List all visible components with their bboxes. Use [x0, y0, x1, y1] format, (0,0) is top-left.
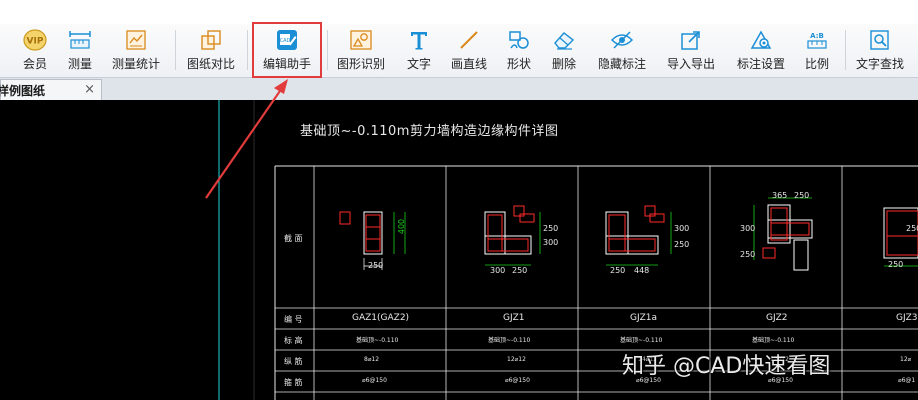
- line-icon: [457, 29, 481, 51]
- dim-label: 365: [772, 191, 788, 200]
- dim-label: 250: [740, 250, 756, 259]
- shape-recognize-icon: [349, 29, 373, 51]
- toolbar-separator: [247, 30, 248, 70]
- section-gjz3: [883, 207, 918, 267]
- highlight-box: [252, 22, 322, 78]
- cell-bars: 8⌀12: [364, 356, 380, 363]
- toolbar-label: 删除: [551, 57, 576, 71]
- toolbar-scale-button[interactable]: A:B 比例: [800, 24, 834, 76]
- dim-label: 250: [543, 224, 559, 233]
- text-search-icon: [868, 29, 892, 51]
- dim-label: 250: [368, 261, 384, 270]
- toolbar-hide-annotation-button[interactable]: 隐藏标注: [594, 24, 650, 76]
- dim-label: 400: [397, 218, 407, 235]
- toolbar-label: 图形识别: [336, 57, 385, 71]
- dim-label: 250: [674, 240, 690, 249]
- ruler-icon: [68, 29, 92, 51]
- svg-text:VIP: VIP: [27, 37, 44, 47]
- toolbar-import-export-button[interactable]: 导入导出: [663, 24, 719, 76]
- main-toolbar: VIP 会员 测量 测量统计 图纸对比 CAD 编辑助手 图形识别 文字 画直线…: [0, 24, 918, 78]
- column-name: GJZ1a: [630, 313, 658, 323]
- toolbar-label: 标注设置: [736, 57, 785, 71]
- column-name: GJZ1: [503, 313, 525, 323]
- row-header-long-bars: 纵 筋: [284, 357, 303, 366]
- window-top-strip: [0, 0, 918, 24]
- annotation-settings-icon: [749, 29, 773, 51]
- shape-icon: [507, 29, 531, 51]
- toolbar-label: 文字: [406, 57, 431, 71]
- cell-elevation: 基础顶~-0.110: [488, 337, 531, 344]
- toolbar-text-button[interactable]: 文字: [402, 24, 436, 76]
- toolbar-label: 文字查找: [855, 57, 904, 71]
- section-gjz2: [753, 197, 813, 271]
- toolbar-shape-recognize-button[interactable]: 图形识别: [334, 24, 388, 76]
- tab-sample-drawing[interactable]: 样例图纸 ×: [0, 79, 102, 100]
- dim-label: 300: [740, 224, 756, 233]
- vip-icon: VIP: [23, 29, 47, 51]
- scale-icon: A:B: [805, 29, 829, 51]
- toolbar-line-button[interactable]: 画直线: [447, 24, 491, 76]
- dim-label: 448: [634, 266, 650, 275]
- dim-label: 250: [794, 191, 810, 200]
- toolbar-label: 比例: [804, 57, 829, 71]
- toolbar-shape-button[interactable]: 形状: [502, 24, 536, 76]
- dim-label: 250: [610, 266, 626, 275]
- toolbar-label: 图纸对比: [186, 57, 235, 71]
- eye-hide-icon: [610, 29, 634, 51]
- cell-bars: 12⌀12: [507, 356, 526, 363]
- document-tab-bar: 样例图纸 ×: [0, 78, 918, 100]
- row-header-id: 编 号: [284, 315, 303, 324]
- cell-stirrup: ⌀6@150: [362, 377, 387, 384]
- tab-label: 样例图纸: [0, 83, 46, 98]
- toolbar-delete-button[interactable]: 删除: [547, 24, 581, 76]
- toolbar-measure-button[interactable]: 测量: [63, 24, 97, 76]
- row-header-stirrup: 箍 筋: [284, 378, 303, 387]
- column-name: GJZ2: [766, 313, 788, 323]
- toolbar-separator: [845, 30, 846, 70]
- toolbar-label: 隐藏标注: [597, 57, 646, 71]
- close-icon[interactable]: ×: [84, 82, 95, 97]
- watermark-text: 知乎 @CAD快速看图: [622, 354, 831, 379]
- column-name: GAZ1(GAZ2): [352, 313, 410, 323]
- dim-label: 250: [906, 224, 918, 233]
- section-gjz1: [484, 205, 541, 266]
- dim-label: 300: [543, 238, 559, 247]
- toolbar-label: 导入导出: [666, 57, 715, 71]
- toolbar-label: 画直线: [450, 57, 487, 71]
- toolbar-label: 形状: [506, 57, 531, 71]
- cell-elevation: 基础顶~-0.110: [752, 337, 795, 344]
- section-gjz1a: [605, 205, 672, 266]
- cell-stirrup: ⌀6@1: [898, 377, 916, 384]
- toolbar-vip-button[interactable]: VIP 会员: [17, 24, 53, 76]
- dim-label: 250: [512, 266, 528, 275]
- column-name: GJZ3: [896, 313, 918, 323]
- dim-label: 300: [674, 224, 690, 233]
- eraser-icon: [552, 29, 576, 51]
- cell-elevation: 基础顶~-0.110: [620, 337, 663, 344]
- toolbar-compare-button[interactable]: 图纸对比: [184, 24, 238, 76]
- cell-elevation: 基础顶~-0.110: [356, 337, 399, 344]
- dim-label: 300: [490, 266, 506, 275]
- compare-icon: [199, 29, 223, 51]
- text-icon: [407, 29, 431, 51]
- measure-stats-icon: [124, 29, 148, 51]
- toolbar-label: 测量统计: [111, 57, 160, 71]
- toolbar-label: 测量: [67, 57, 92, 71]
- toolbar-label: 会员: [22, 57, 47, 71]
- toolbar-annotation-settings-button[interactable]: 标注设置: [733, 24, 789, 76]
- dim-label: 250: [888, 260, 904, 269]
- row-header-elevation: 标 高: [284, 336, 303, 345]
- toolbar-measure-stats-button[interactable]: 测量统计: [108, 24, 164, 76]
- toolbar-separator: [175, 30, 176, 70]
- svg-text:A:B: A:B: [810, 32, 824, 40]
- row-header-section: 截 面: [284, 234, 303, 243]
- import-export-icon: [679, 29, 703, 51]
- toolbar-separator: [327, 30, 328, 70]
- cell-stirrup: ⌀6@150: [505, 377, 530, 384]
- drawing-title: 基础顶~-0.110m剪力墙构造边缘构件详图: [300, 124, 559, 139]
- cell-bars: 12⌀: [900, 356, 912, 363]
- toolbar-text-search-button[interactable]: 文字查找: [852, 24, 908, 76]
